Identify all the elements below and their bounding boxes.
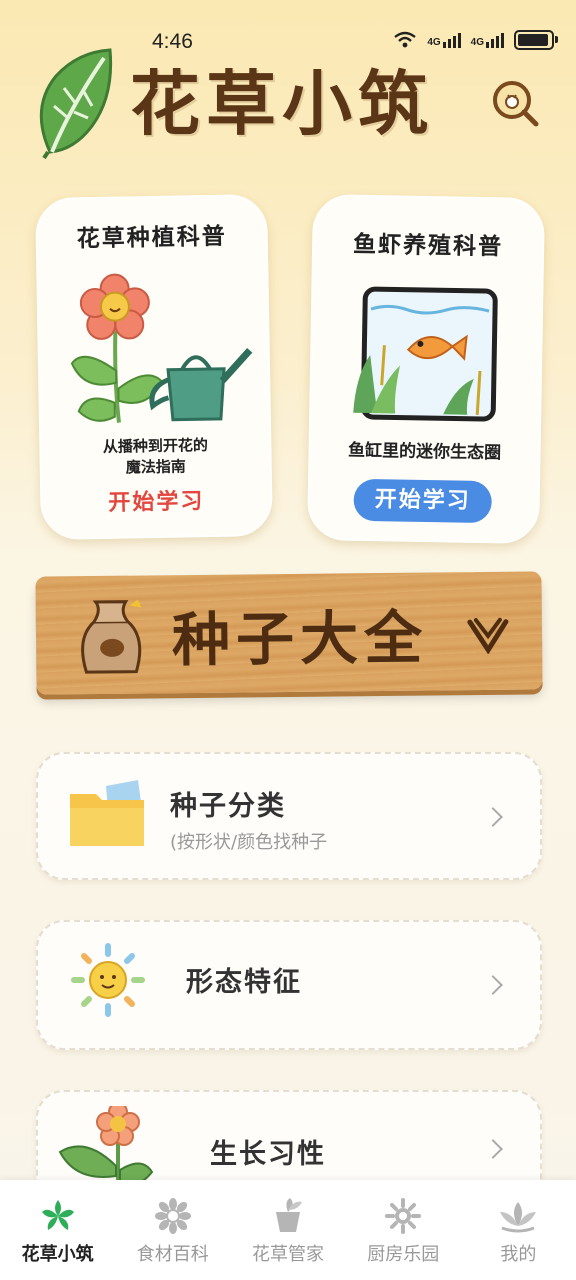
item-title: 种子分类 bbox=[170, 791, 286, 822]
fish-guide-card[interactable]: 鱼虾养殖科普 鱼缸里的迷你生态圈 开始学习 bbox=[306, 194, 546, 544]
fish-tank-icon bbox=[353, 286, 498, 422]
sunflower-icon bbox=[385, 1198, 422, 1234]
folder-icon bbox=[70, 780, 144, 846]
leaf-logo-icon bbox=[39, 48, 113, 160]
seed-bag-icon bbox=[81, 599, 142, 674]
chevron-right-icon bbox=[483, 807, 503, 827]
chevron-down-icon[interactable] bbox=[466, 614, 510, 655]
nav-item-home[interactable]: 花草小筑 bbox=[0, 1180, 115, 1280]
nav-label: 食材百科 bbox=[136, 1244, 209, 1265]
signal-4g-2: 4G bbox=[471, 32, 504, 48]
item-title: 形态特征 bbox=[186, 967, 302, 998]
flower-icon bbox=[154, 1198, 191, 1234]
card-description: 鱼缸里的迷你生态圈 bbox=[347, 440, 502, 464]
nav-label: 厨房乐园 bbox=[367, 1244, 440, 1265]
chevron-right-icon bbox=[483, 1139, 503, 1159]
item-title: 生长习性 bbox=[210, 1139, 326, 1170]
battery-icon bbox=[514, 30, 558, 50]
nav-label: 花草管家 bbox=[252, 1244, 324, 1265]
status-icons: 4G 4G bbox=[393, 30, 558, 50]
planting-guide-card[interactable]: 花草种植科普 从播种到开花的 魔法指南 开始学习 bbox=[35, 194, 273, 540]
nav-item-plant-manager[interactable]: 花草管家 bbox=[230, 1180, 345, 1280]
list-item-morphology[interactable]: 形态特征 bbox=[36, 920, 542, 1050]
signal-bars-icon bbox=[486, 32, 504, 48]
search-icon[interactable] bbox=[490, 78, 540, 128]
nav-label: 花草小筑 bbox=[21, 1244, 94, 1265]
wifi-icon bbox=[394, 31, 417, 48]
plant-pot-icon bbox=[276, 1198, 302, 1232]
nav-item-kitchen[interactable]: 厨房乐园 bbox=[346, 1180, 461, 1280]
banner-title: 种子大全 bbox=[171, 603, 429, 675]
chevron-right-icon bbox=[483, 975, 503, 995]
start-learning-button[interactable]: 开始学习 bbox=[353, 478, 493, 524]
card-title: 花草种植科普 bbox=[76, 223, 227, 253]
start-learning-button[interactable]: 开始学习 bbox=[42, 482, 271, 518]
flower-watering-can-icon bbox=[70, 273, 253, 423]
bottom-navigation: 花草小筑 食材百科 花草管家 厨房乐园 我的 bbox=[0, 1180, 576, 1280]
seed-encyclopedia-banner[interactable]: 种子大全 bbox=[35, 571, 543, 695]
item-subtitle: (按形状/颜色找种子 bbox=[170, 832, 328, 853]
nav-item-profile[interactable]: 我的 bbox=[461, 1180, 576, 1280]
lotus-icon bbox=[500, 1202, 537, 1233]
leaf-icon bbox=[41, 1200, 74, 1230]
signal-4g-1: 4G bbox=[427, 32, 461, 48]
sun-icon bbox=[71, 943, 145, 1017]
app-title: 花草小筑 bbox=[130, 63, 434, 145]
list-item-seed-classification[interactable]: 种子分类 (按形状/颜色找种子 bbox=[36, 752, 542, 880]
signal-bars-icon bbox=[442, 32, 461, 48]
nav-label: 我的 bbox=[500, 1244, 537, 1265]
card-title: 鱼虾养殖科普 bbox=[352, 231, 504, 261]
card-description: 从播种到开花的 魔法指南 bbox=[102, 436, 209, 477]
nav-item-food[interactable]: 食材百科 bbox=[115, 1180, 230, 1280]
